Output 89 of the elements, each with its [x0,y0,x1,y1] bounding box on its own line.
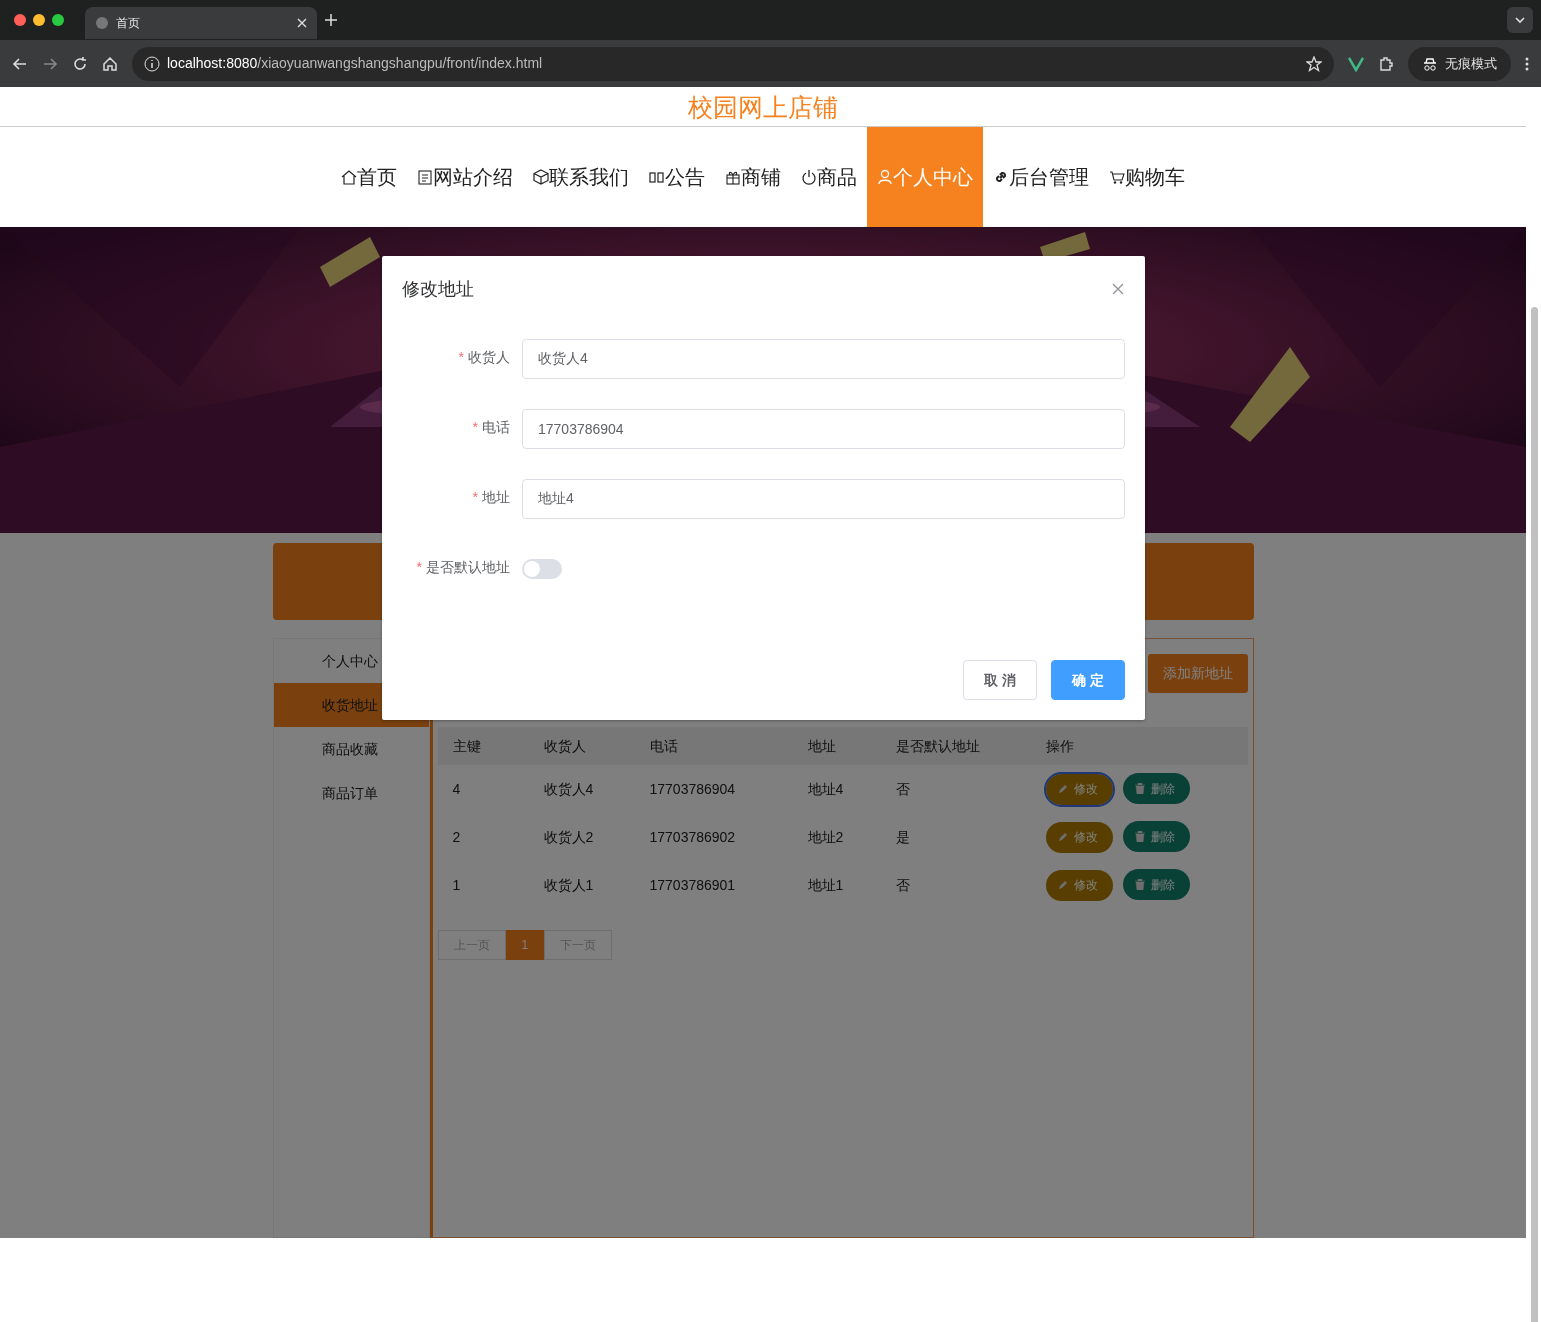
home-icon [341,169,357,185]
pencil-icon [1057,832,1068,843]
table-cell-text: 地址2 [806,827,845,847]
puzzle-icon[interactable] [1378,55,1394,72]
window-control-icon[interactable] [33,14,45,26]
edit-button[interactable]: 修改 [1045,869,1113,901]
column-header: 主键 [437,727,529,765]
cart-icon [1109,169,1125,185]
nav-tab[interactable]: 商铺 [715,127,791,227]
table-cell-text: 否 [894,875,911,895]
toggle-switch[interactable] [522,559,562,579]
sidebar-item[interactable]: 商品订单 [273,771,429,815]
nav-tab[interactable]: 网站介绍 [407,127,523,227]
url-text: localhost:8080/xiaoyuanwangshangshangpu/front/index.html [167,54,544,73]
nav-tab[interactable]: 联系我们 [523,127,639,227]
forward-icon[interactable] [42,55,58,72]
confirm-button[interactable]: 确 定 [1051,660,1125,700]
scrollbar[interactable] [1531,307,1538,1322]
v-logo-icon[interactable] [1348,55,1364,72]
column-header: 电话 [634,727,793,765]
incognito-icon [1422,56,1438,71]
nav-tab[interactable]: 商品 [791,127,867,227]
table-cell: 17703786904 [634,765,793,813]
table-cell-text: 地址1 [806,875,845,895]
nav-tab[interactable]: 公告 [639,127,715,227]
nav-tab[interactable]: 首页 [331,127,407,227]
table-cell-text: 收货人2 [542,827,595,847]
table-cell-text: 17703786901 [648,875,737,895]
close-icon[interactable] [297,18,307,28]
table-cell-text: 1 [451,875,462,895]
cube-icon [533,169,549,185]
trash-icon [1134,879,1145,891]
column-header: 地址 [792,727,881,765]
field-label: * 地址 [471,488,511,507]
window-control-icon[interactable] [14,14,26,26]
power-icon [801,169,817,185]
bars-icon [649,169,665,185]
star-icon[interactable] [1306,55,1322,72]
input-field[interactable]: 17703786904 [522,409,1125,449]
tab-list-icon[interactable] [1507,7,1533,33]
delete-button[interactable]: 删除 [1122,821,1190,853]
table-cell: 收货人4 [528,765,635,813]
nav-tab[interactable]: 个人中心 [867,127,983,227]
table-cell-text: 收货人1 [542,875,595,895]
pencil-icon [1057,880,1068,891]
delete-button[interactable]: 删除 [1122,773,1190,805]
column-header: 是否默认地址 [880,727,1031,765]
edit-button[interactable]: 修改 [1045,773,1113,805]
link-icon [993,169,1009,185]
field-label: * 收货人 [457,348,511,367]
sidebar-item[interactable]: 个人中心 [273,639,429,683]
cancel-button[interactable]: 取 消 [963,660,1037,700]
new-tab-icon[interactable] [324,13,338,27]
home-icon[interactable] [102,55,118,72]
input-field[interactable]: 地址4 [522,479,1125,519]
user-icon [877,169,893,185]
pencil-icon [1057,784,1068,795]
tab-title: 首页 [116,15,141,32]
more-icon[interactable] [1525,56,1529,71]
trash-icon [1134,831,1145,843]
field-label: * 是否默认地址 [415,558,511,577]
nav-tab[interactable]: 后台管理 [983,127,1099,227]
table-cell-text: 17703786902 [648,827,737,847]
table-cell: 否 [880,765,1031,813]
table-cell-text: 是 [894,827,911,847]
column-header: 操作 [1030,727,1248,765]
column-header: 收货人 [528,727,635,765]
edit-button[interactable]: 修改 [1045,821,1113,853]
incognito-button[interactable]: 无痕模式 [1408,46,1511,81]
table-cell-text: 2 [451,827,462,847]
table-cell: 4 [437,765,529,813]
close-icon [1111,282,1125,297]
table-cell: 地址4 [792,765,881,813]
gift-icon [725,169,741,185]
nav-tab[interactable]: 购物车 [1099,127,1195,227]
dialog-title: 修改地址 [402,278,474,301]
clipboard-icon [417,169,433,185]
sidebar-item[interactable]: 商品收藏 [273,727,429,771]
back-icon[interactable] [12,55,28,72]
trash-icon [1134,783,1145,795]
delete-button[interactable]: 删除 [1122,869,1190,901]
browser-tab[interactable]: 首页 [85,7,317,39]
field-label: * 电话 [471,418,511,437]
input-field[interactable]: 收货人4 [522,339,1125,379]
address-bar[interactable]: localhost:8080/xiaoyuanwangshangshangpu/front/index.html [132,46,1334,81]
window-control-icon[interactable] [52,14,64,26]
site-title: 校园网上店铺 [688,93,838,121]
reload-icon[interactable] [72,55,88,72]
info-icon [144,55,160,72]
